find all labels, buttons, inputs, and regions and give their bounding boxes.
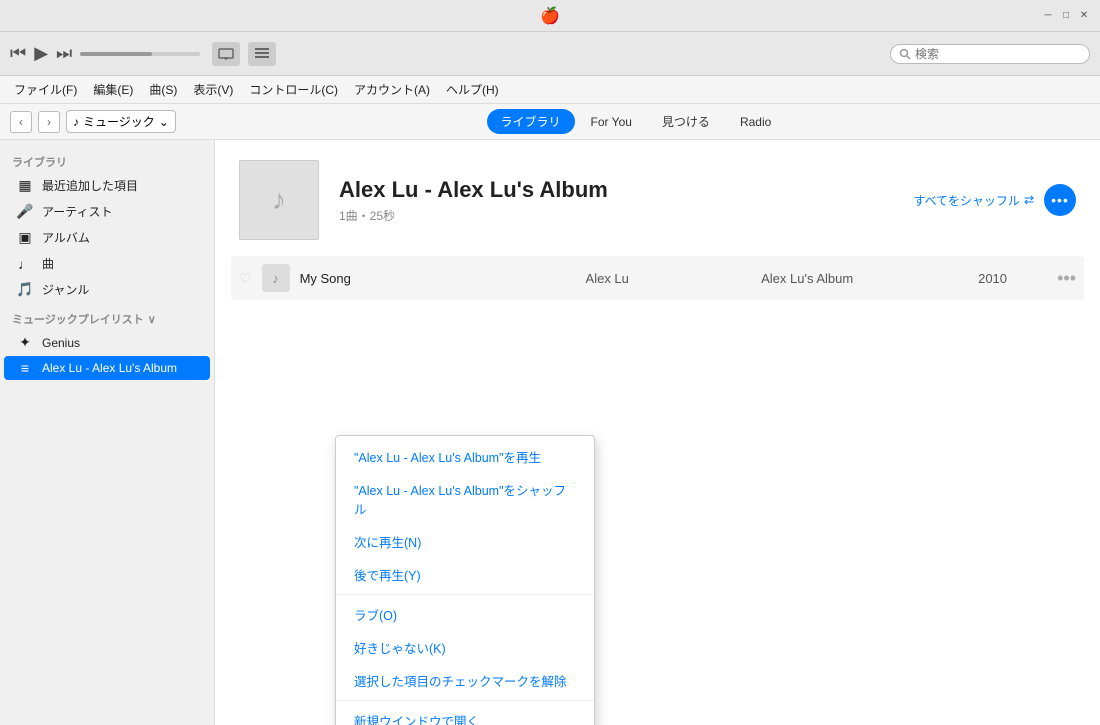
progress-bar[interactable]	[80, 52, 200, 56]
album-art-icon: ♪	[272, 184, 286, 216]
album-actions: すべてをシャッフル ⇄ •••	[913, 184, 1076, 216]
songs-icon: ♩	[16, 256, 34, 272]
album-art: ♪	[239, 160, 319, 240]
song-thumbnail: ♪	[262, 264, 290, 292]
shuffle-button[interactable]: すべてをシャッフル ⇄	[913, 192, 1034, 209]
sidebar-item-genres[interactable]: 🎵 ジャンル	[4, 277, 210, 302]
close-button[interactable]: ✕	[1076, 8, 1092, 24]
recent-icon: ▦	[16, 177, 34, 194]
progress-fill	[80, 52, 152, 56]
artists-icon: 🎤	[16, 203, 34, 220]
forward-button[interactable]: ›	[38, 111, 60, 133]
dropdown-icon: ⌄	[159, 115, 169, 129]
song-list: ♡ ♪ My Song Alex Lu Alex Lu's Album 2010…	[215, 256, 1100, 300]
playback-bar: ⏮ ▶ ⏭	[0, 32, 1100, 76]
sidebar-item-albums[interactable]: ▣ アルバム	[4, 225, 210, 250]
playlist-section-title: ミュージックプレイリスト ∨	[0, 303, 214, 329]
heart-icon[interactable]: ♡	[239, 270, 252, 287]
song-artist: Alex Lu	[586, 271, 752, 286]
ctx-love[interactable]: ラブ(O)	[336, 598, 594, 631]
menu-edit[interactable]: 編集(E)	[87, 78, 139, 101]
menu-view[interactable]: 表示(V)	[187, 78, 239, 101]
more-icon: •••	[1051, 192, 1069, 208]
ctx-uncheck[interactable]: 選択した項目のチェックマークを解除	[336, 664, 594, 697]
sidebar-item-recent[interactable]: ▦ 最近追加した項目	[4, 173, 210, 198]
album-title: Alex Lu - Alex Lu's Album	[339, 177, 893, 203]
play-button[interactable]: ▶	[34, 43, 48, 64]
sidebar-item-albums-label: アルバム	[42, 229, 90, 246]
prev-button[interactable]: ⏮	[10, 43, 26, 64]
menu-controls[interactable]: コントロール(C)	[243, 78, 344, 101]
ctx-play-later[interactable]: 後で再生(Y)	[336, 558, 594, 591]
music-note-icon: ♪	[73, 115, 79, 129]
list-view-button[interactable]	[248, 42, 276, 66]
song-row[interactable]: ♡ ♪ My Song Alex Lu Alex Lu's Album 2010…	[231, 256, 1084, 300]
minimize-button[interactable]: ─	[1040, 8, 1056, 24]
ctx-play[interactable]: "Alex Lu - Alex Lu's Album"を再生	[336, 440, 594, 473]
song-more-button[interactable]: •••	[1057, 268, 1076, 289]
tab-group: ライブラリ For You 見つける Radio	[487, 109, 786, 134]
ctx-dislike[interactable]: 好きじゃない(K)	[336, 631, 594, 664]
albums-icon: ▣	[16, 229, 34, 246]
list-view-svg	[254, 47, 270, 61]
search-icon	[899, 48, 911, 60]
sidebar-item-genius-label: Genius	[42, 336, 80, 350]
song-year: 2010	[978, 271, 1047, 286]
album-header: ♪ Alex Lu - Alex Lu's Album 1曲・25秒 すべてをシ…	[215, 140, 1100, 256]
maximize-button[interactable]: □	[1058, 8, 1074, 24]
context-menu: "Alex Lu - Alex Lu's Album"を再生 "Alex Lu …	[335, 435, 595, 725]
song-album: Alex Lu's Album	[761, 271, 968, 286]
ctx-divider-2	[336, 700, 594, 701]
menu-bar: ファイル(F) 編集(E) 曲(S) 表示(V) コントロール(C) アカウント…	[0, 76, 1100, 104]
music-selector-label: ミュージック	[83, 113, 155, 130]
screen-icon[interactable]	[212, 42, 240, 66]
nav-bar: ‹ › ♪ ミュージック ⌄ ライブラリ For You 見つける Radio	[0, 104, 1100, 140]
main-layout: ライブラリ ▦ 最近追加した項目 🎤 アーティスト ▣ アルバム ♩ 曲 🎵 ジ…	[0, 140, 1100, 725]
shuffle-icon: ⇄	[1024, 193, 1034, 207]
ctx-shuffle[interactable]: "Alex Lu - Alex Lu's Album"をシャッフル	[336, 473, 594, 525]
genius-icon: ✦	[16, 334, 34, 351]
album-meta: 1曲・25秒	[339, 207, 893, 224]
next-button[interactable]: ⏭	[56, 43, 72, 64]
song-name: My Song	[300, 271, 576, 286]
menu-help[interactable]: ヘルプ(H)	[440, 78, 505, 101]
window-controls[interactable]: ─ □ ✕	[1040, 8, 1100, 24]
ctx-divider-1	[336, 594, 594, 595]
tab-discover[interactable]: 見つける	[648, 109, 724, 134]
ctx-new-window[interactable]: 新規ウインドウで開く	[336, 704, 594, 725]
sidebar-item-recent-label: 最近追加した項目	[42, 177, 138, 194]
screen-svg	[218, 48, 234, 60]
genres-icon: 🎵	[16, 281, 34, 298]
sidebar-item-songs-label: 曲	[42, 255, 54, 272]
library-section-title: ライブラリ	[0, 148, 214, 172]
title-bar: 🍎 ─ □ ✕	[0, 0, 1100, 32]
title-bar-center: 🍎	[540, 6, 560, 26]
ctx-play-next[interactable]: 次に再生(N)	[336, 525, 594, 558]
playlist-icon: ≡	[16, 360, 34, 376]
shuffle-label: すべてをシャッフル	[913, 192, 1019, 209]
more-button[interactable]: •••	[1044, 184, 1076, 216]
sidebar-item-artists-label: アーティスト	[42, 203, 113, 220]
sidebar-item-genius[interactable]: ✦ Genius	[4, 330, 210, 355]
sidebar-item-artists[interactable]: 🎤 アーティスト	[4, 199, 210, 224]
music-selector[interactable]: ♪ ミュージック ⌄	[66, 110, 176, 133]
menu-file[interactable]: ファイル(F)	[8, 78, 83, 101]
sidebar-item-genres-label: ジャンル	[42, 281, 89, 298]
sidebar: ライブラリ ▦ 最近追加した項目 🎤 アーティスト ▣ アルバム ♩ 曲 🎵 ジ…	[0, 140, 215, 725]
content-area: ♪ Alex Lu - Alex Lu's Album 1曲・25秒 すべてをシ…	[215, 140, 1100, 725]
search-bar[interactable]	[890, 44, 1090, 64]
tab-library[interactable]: ライブラリ	[487, 109, 575, 134]
tab-radio[interactable]: Radio	[726, 111, 785, 133]
menu-account[interactable]: アカウント(A)	[348, 78, 436, 101]
tab-foryou[interactable]: For You	[577, 111, 646, 133]
menu-song[interactable]: 曲(S)	[143, 78, 183, 101]
album-info: Alex Lu - Alex Lu's Album 1曲・25秒	[339, 177, 893, 224]
sidebar-item-alexlu[interactable]: ≡ Alex Lu - Alex Lu's Album	[4, 356, 210, 380]
apple-logo: 🍎	[540, 6, 560, 26]
song-note-icon: ♪	[272, 271, 279, 286]
back-button[interactable]: ‹	[10, 111, 32, 133]
sidebar-item-songs[interactable]: ♩ 曲	[4, 251, 210, 276]
search-input[interactable]	[915, 47, 1075, 61]
sidebar-item-alexlu-label: Alex Lu - Alex Lu's Album	[42, 361, 177, 375]
